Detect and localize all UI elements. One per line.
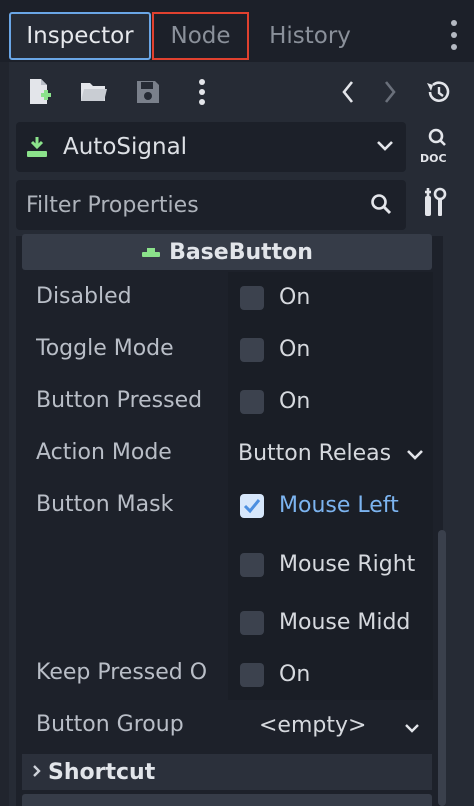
- prop-label-button-group: Button Group: [36, 712, 184, 737]
- action-mode-dropdown[interactable]: Button Releas: [232, 436, 432, 474]
- mouse-middle-checkbox[interactable]: [240, 611, 264, 635]
- button-group-value[interactable]: <empty>: [259, 713, 366, 738]
- more-icon[interactable]: [184, 74, 220, 110]
- button-pressed-checkbox[interactable]: [240, 390, 264, 414]
- value-column: [228, 272, 433, 700]
- open-folder-icon[interactable]: [76, 74, 112, 110]
- mouse-middle-label: Mouse Midd: [279, 610, 411, 635]
- search-icon: [370, 193, 392, 219]
- scrollbar-thumb[interactable]: [438, 530, 446, 806]
- shortcut-label: Shortcut: [48, 759, 156, 785]
- tab-menu-button[interactable]: [444, 18, 464, 54]
- button-node-icon: [141, 243, 161, 262]
- forward-icon[interactable]: [372, 74, 408, 110]
- mouse-left-label: Mouse Left: [279, 493, 399, 518]
- doc-button[interactable]: DOC: [418, 128, 458, 166]
- prop-label-keep-pressed: Keep Pressed O: [36, 660, 208, 685]
- section-shortcut[interactable]: Shortcut: [22, 754, 432, 790]
- mouse-left-checkbox[interactable]: [240, 494, 264, 518]
- button-pressed-value: On: [279, 389, 311, 414]
- button-group-dropdown[interactable]: [392, 708, 432, 748]
- action-mode-value: Button Releas: [238, 441, 392, 466]
- chevron-right-icon: [32, 763, 42, 782]
- chevron-down-icon: [406, 447, 424, 466]
- toggle-mode-value: On: [279, 337, 311, 362]
- prop-label-button-mask: Button Mask: [36, 492, 174, 517]
- chevron-down-icon: [404, 719, 420, 738]
- mouse-right-checkbox[interactable]: [240, 553, 264, 577]
- section-title: BaseButton: [169, 239, 313, 265]
- chevron-down-icon: [376, 138, 394, 157]
- history-icon[interactable]: [420, 74, 456, 110]
- doc-label: DOC: [420, 152, 447, 165]
- object-selector[interactable]: AutoSignal: [16, 122, 406, 172]
- tab-history[interactable]: History: [255, 12, 365, 60]
- check-icon: [243, 499, 261, 514]
- tools-icon[interactable]: [420, 186, 454, 224]
- tab-inspector[interactable]: Inspector: [9, 12, 151, 60]
- keep-pressed-value: On: [279, 662, 311, 687]
- button-node-icon: [26, 136, 48, 162]
- new-resource-icon[interactable]: [22, 74, 58, 110]
- prop-label-action-mode: Action Mode: [36, 440, 172, 465]
- prop-label-disabled: Disabled: [36, 284, 132, 309]
- prop-label-button-pressed: Button Pressed: [36, 388, 203, 413]
- object-selector-label: AutoSignal: [63, 134, 188, 160]
- save-icon[interactable]: [130, 74, 166, 110]
- next-section-header[interactable]: [22, 794, 432, 806]
- disabled-checkbox[interactable]: [240, 286, 264, 310]
- section-header-basebutton[interactable]: BaseButton: [22, 234, 432, 270]
- prop-label-toggle-mode: Toggle Mode: [36, 336, 174, 361]
- mouse-right-label: Mouse Right: [279, 552, 416, 577]
- keep-pressed-checkbox[interactable]: [240, 663, 264, 687]
- back-icon[interactable]: [330, 74, 366, 110]
- filter-box: [16, 180, 406, 230]
- disabled-value: On: [279, 285, 311, 310]
- tab-node[interactable]: Node: [152, 12, 249, 60]
- filter-properties-input[interactable]: [26, 188, 356, 222]
- toggle-mode-checkbox[interactable]: [240, 338, 264, 362]
